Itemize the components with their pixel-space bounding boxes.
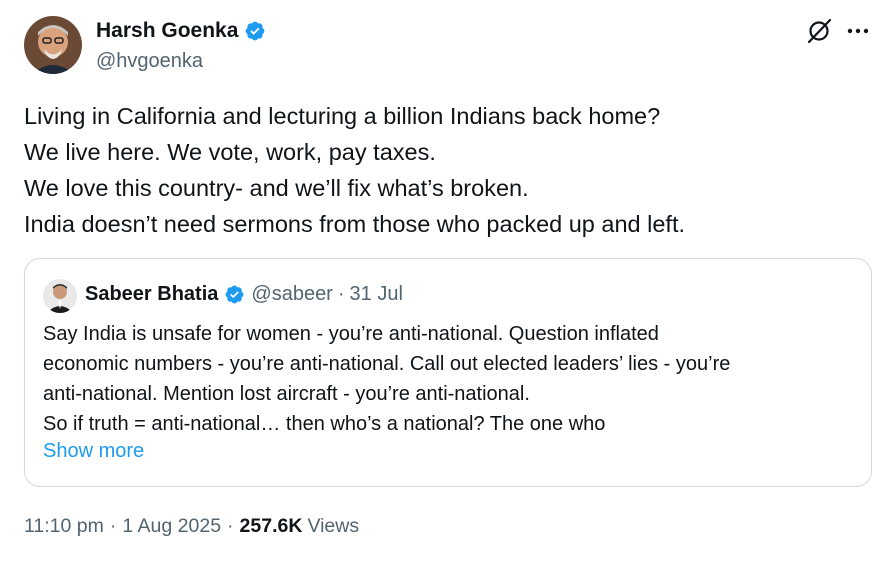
author-avatar[interactable]: [24, 16, 82, 74]
verified-badge-icon: [225, 285, 244, 304]
tweet-date[interactable]: 1 Aug 2025: [122, 515, 221, 538]
more-icon[interactable]: [845, 22, 871, 40]
tweet-time[interactable]: 11:10 pm: [24, 515, 104, 538]
separator-dot: ·: [109, 515, 117, 537]
quoted-author-name[interactable]: Sabeer Bhatia: [85, 283, 218, 306]
author-name[interactable]: Harsh Goenka: [96, 19, 266, 43]
quoted-date[interactable]: 31 Jul: [350, 283, 403, 306]
views-label[interactable]: Views: [307, 515, 359, 538]
tweet-line: Living in California and lecturing a bil…: [24, 103, 661, 129]
author-name-text[interactable]: Harsh Goenka: [96, 19, 238, 43]
tweet-line: We love this country- and we’ll fix what…: [24, 175, 529, 201]
grok-icon[interactable]: [804, 16, 834, 46]
author-handle[interactable]: @hvgoenka: [96, 50, 203, 73]
verified-badge-icon: [245, 21, 265, 41]
quoted-line: economic numbers - you’re anti-national.…: [43, 353, 731, 375]
quoted-header: Sabeer Bhatia @sabeer · 31 Jul: [85, 283, 403, 306]
tweet-meta: 11:10 pm · 1 Aug 2025 · 257.6K Views: [24, 515, 359, 538]
separator-dot: ·: [337, 283, 345, 305]
quoted-author-handle[interactable]: @sabeer: [251, 283, 332, 306]
tweet-text: Living in California and lecturing a bil…: [24, 98, 844, 242]
tweet-line: India doesn’t need sermons from those wh…: [24, 211, 686, 237]
views-count[interactable]: 257.6K: [240, 515, 303, 538]
show-more-link[interactable]: Show more: [43, 440, 144, 463]
quoted-line: So if truth = anti-national… then who’s …: [43, 413, 606, 435]
quoted-line: anti-national. Mention lost aircraft - y…: [43, 383, 530, 405]
quoted-line: Say India is unsafe for women - you’re a…: [43, 323, 659, 345]
tweet-line: We live here. We vote, work, pay taxes.: [24, 139, 436, 165]
separator-dot: ·: [227, 515, 234, 537]
quoted-tweet-card[interactable]: Sabeer Bhatia @sabeer · 31 Jul Say India…: [24, 258, 872, 487]
quoted-author-avatar[interactable]: [43, 279, 77, 313]
quoted-text: Say India is unsafe for women - you’re a…: [43, 319, 863, 439]
